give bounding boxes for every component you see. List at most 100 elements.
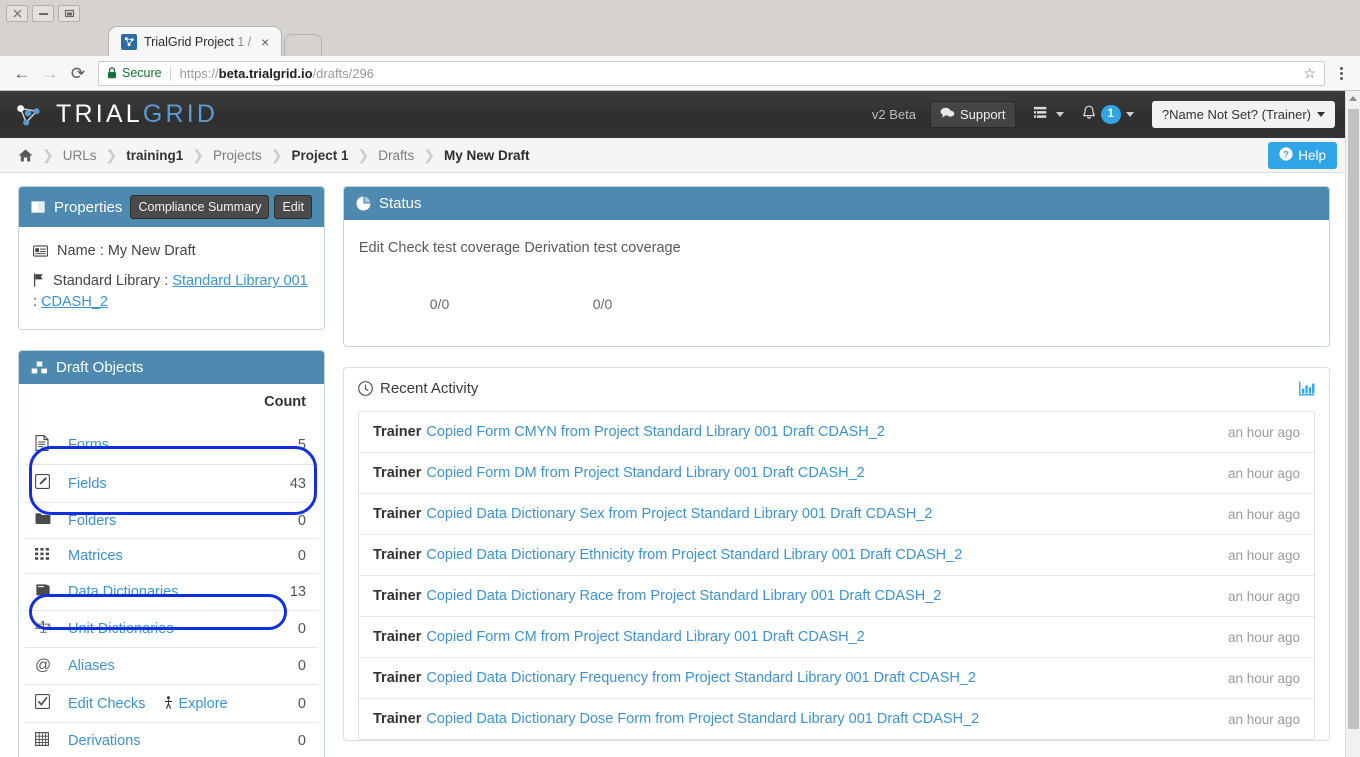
activity-text[interactable]: Copied Data Dictionary Dose Form from Pr… xyxy=(426,711,979,727)
id-card-icon xyxy=(33,245,48,257)
activity-text[interactable]: Copied Data Dictionary Frequency from Pr… xyxy=(426,670,976,686)
browser-tabstrip: TrialGrid Project 1 / × xyxy=(0,26,1360,56)
aliases-link[interactable]: Aliases xyxy=(68,658,115,674)
breadcrumb-item-urls[interactable]: URLs xyxy=(63,148,97,163)
list-item[interactable]: Trainer Copied Form CMYN from Project St… xyxy=(359,412,1314,452)
draft-object-name: Forms xyxy=(60,426,256,465)
folders-link[interactable]: Folders xyxy=(68,513,116,529)
status-metric-label: Derivation test coverage xyxy=(524,240,681,256)
unit-dictionaries-link[interactable]: Unit Dictionaries xyxy=(68,621,174,637)
browser-chrome: TrialGrid Project 1 / × ← → ⟳ Secure htt… xyxy=(0,0,1360,91)
forward-icon[interactable]: → xyxy=(36,59,64,87)
forms-link[interactable]: Forms xyxy=(68,437,109,453)
activity-time: an hour ago xyxy=(1227,506,1300,522)
new-tab-button[interactable] xyxy=(284,34,323,56)
properties-library-separator: : xyxy=(33,294,38,311)
derivations-count: 0 xyxy=(256,722,318,757)
list-item[interactable]: Trainer Copied Data Dictionary Ethnicity… xyxy=(359,534,1314,575)
browser-tab[interactable]: TrialGrid Project 1 / × xyxy=(108,26,283,56)
breadcrumb-item-training1[interactable]: training1 xyxy=(126,148,183,163)
data-dictionaries-link[interactable]: Data Dictionaries xyxy=(68,584,178,600)
scrollbar-up-arrow-icon[interactable] xyxy=(1346,91,1360,106)
support-button[interactable]: Support xyxy=(929,101,1016,128)
data-dictionaries-count: 13 xyxy=(256,573,318,611)
unit-dictionaries-count: 0 xyxy=(256,610,318,648)
properties-name-row: Name : My New Draft xyxy=(33,241,310,262)
name-column-header xyxy=(60,384,256,426)
bookmark-star-icon[interactable]: ☆ xyxy=(1303,65,1316,82)
list-item[interactable]: Trainer Copied Data Dictionary Dose Form… xyxy=(359,698,1314,739)
activity-text[interactable]: Copied Form CMYN from Project Standard L… xyxy=(426,424,885,440)
breadcrumb-item-drafts[interactable]: Drafts xyxy=(378,148,414,163)
fields-link[interactable]: Fields xyxy=(68,476,107,492)
tasks-menu[interactable] xyxy=(1033,106,1064,123)
help-button[interactable]: ? Help xyxy=(1268,141,1337,169)
secure-label: Secure xyxy=(122,66,162,80)
activity-text[interactable]: Copied Data Dictionary Race from Project… xyxy=(426,588,941,604)
activity-text[interactable]: Copied Data Dictionary Ethnicity from Pr… xyxy=(426,547,962,563)
library-draft-link[interactable]: CDASH_2 xyxy=(41,294,108,310)
breadcrumb-bar: ❯ URLs ❯ training1 ❯ Projects ❯ Project … xyxy=(0,138,1345,173)
check-square-icon xyxy=(25,684,60,723)
window-minimize-button[interactable] xyxy=(32,4,54,22)
app-logo[interactable]: TRIALGRID xyxy=(14,100,218,130)
table-row[interactable]: Unit Dictionaries 0 xyxy=(25,610,318,648)
browser-toolbar: ← → ⟳ Secure https://beta.trialgrid.io/d… xyxy=(0,56,1360,91)
standard-library-link[interactable]: Standard Library 001 xyxy=(172,273,307,289)
page-scrollbar[interactable] xyxy=(1345,91,1360,757)
user-menu-button[interactable]: ?Name Not Set? (Trainer) xyxy=(1151,101,1335,128)
explore-link[interactable]: Explore xyxy=(163,696,228,712)
home-icon[interactable] xyxy=(18,148,33,162)
recent-activity-title: Recent Activity xyxy=(380,380,479,398)
notifications-menu[interactable]: 1 xyxy=(1082,105,1134,124)
table-row[interactable]: Fields 43 xyxy=(25,464,318,503)
back-icon[interactable]: ← xyxy=(8,59,36,87)
activity-text[interactable]: Copied Form DM from Project Standard Lib… xyxy=(426,465,864,481)
status-metric-value: 0/0 xyxy=(592,296,613,313)
draft-object-name: Edit Checks Explore xyxy=(60,684,257,723)
address-bar[interactable]: Secure https://beta.trialgrid.io/drafts/… xyxy=(98,60,1325,86)
table-row[interactable]: Data Dictionaries 13 xyxy=(25,573,318,611)
breadcrumb-item-projects[interactable]: Projects xyxy=(213,148,262,163)
edit-checks-link[interactable]: Edit Checks xyxy=(68,696,145,712)
table-row[interactable]: Forms 5 xyxy=(25,426,318,465)
list-item[interactable]: Trainer Copied Data Dictionary Race from… xyxy=(359,575,1314,616)
activity-time: an hour ago xyxy=(1227,711,1300,727)
edit-checks-count: 0 xyxy=(256,684,318,723)
activity-text[interactable]: Copied Form CM from Project Standard Lib… xyxy=(426,629,864,645)
table-row[interactable]: Derivations 0 xyxy=(25,722,318,757)
browser-menu-icon[interactable] xyxy=(1330,66,1352,80)
brand-text: TRIALGRID xyxy=(56,100,219,128)
scrollbar-thumb[interactable] xyxy=(1348,109,1359,729)
breadcrumb-item-project-1[interactable]: Project 1 xyxy=(292,148,349,163)
edit-button[interactable]: Edit xyxy=(274,195,312,220)
list-item[interactable]: Trainer Copied Form DM from Project Stan… xyxy=(359,452,1314,493)
table-row[interactable]: Folders 0 xyxy=(25,502,318,539)
list-item[interactable]: Trainer Copied Form CM from Project Stan… xyxy=(359,616,1314,657)
reload-icon[interactable]: ⟳ xyxy=(64,59,92,87)
draft-objects-title: Draft Objects xyxy=(56,359,144,377)
table-row[interactable]: Matrices 0 xyxy=(25,538,318,574)
draft-object-name: Unit Dictionaries xyxy=(60,610,257,648)
list-item[interactable]: Trainer Copied Data Dictionary Frequency… xyxy=(359,657,1314,698)
activity-text[interactable]: Copied Data Dictionary Sex from Project … xyxy=(426,506,932,522)
status-metric-derivation: Derivation test coverage 0/0 xyxy=(521,238,684,312)
page-content: TRIALGRID v2 Beta Support 1 ?Name Not Se… xyxy=(0,91,1345,757)
tab-close-icon[interactable]: × xyxy=(257,34,273,50)
bar-chart-icon[interactable] xyxy=(1299,381,1315,396)
recent-activity-header: Recent Activity xyxy=(344,368,1329,407)
matrices-link[interactable]: Matrices xyxy=(68,548,123,564)
draft-objects-rows: Forms 5 Fields 43 Folders 0 Matrices 0 D… xyxy=(25,426,318,757)
derivations-link[interactable]: Derivations xyxy=(68,733,141,749)
window-close-button[interactable] xyxy=(6,4,28,22)
at-icon: @ xyxy=(25,647,60,685)
table-row[interactable]: Edit Checks Explore 0 xyxy=(25,684,318,723)
compliance-summary-button[interactable]: Compliance Summary xyxy=(130,195,270,220)
draft-object-name: Data Dictionaries xyxy=(60,573,257,611)
list-item[interactable]: Trainer Copied Data Dictionary Sex from … xyxy=(359,493,1314,534)
table-row[interactable]: @ Aliases 0 xyxy=(25,647,318,685)
user-menu-label: ?Name Not Set? (Trainer) xyxy=(1161,107,1311,122)
activity-actor: Trainer xyxy=(373,465,422,482)
bell-icon xyxy=(1082,105,1096,124)
window-maximize-button[interactable] xyxy=(58,4,80,22)
